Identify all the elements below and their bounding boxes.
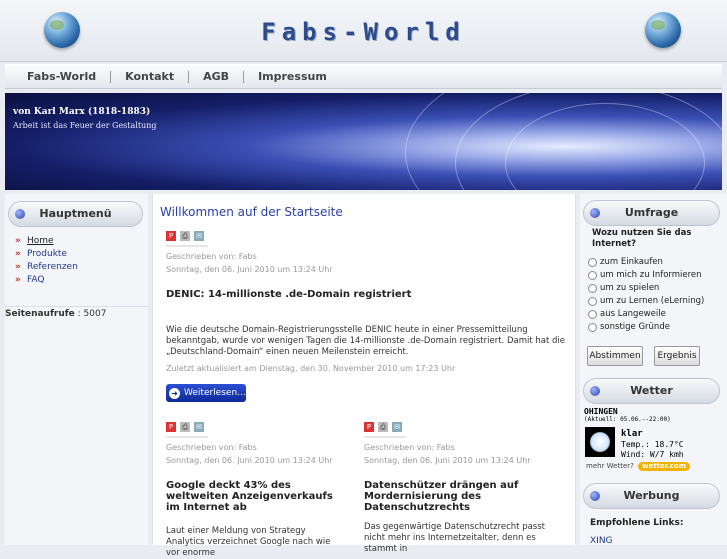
poll-option-label: um mich zu Informieren (600, 270, 702, 280)
results-button[interactable]: Ergebnis (654, 346, 700, 366)
bullet-icon (590, 208, 600, 218)
weather-header: Wetter (583, 378, 720, 404)
article-date: Sonntag, den 06. Juni 2010 um 13:24 Uhr (364, 456, 531, 465)
menu-item-faq[interactable]: FAQ (15, 274, 78, 287)
radio-button[interactable] (588, 257, 597, 267)
poll-option[interactable]: um zu spielen (588, 283, 659, 293)
visits-label: Seitenaufrufe (5, 309, 75, 319)
poll-header: Umfrage (583, 200, 720, 226)
article-author: Geschrieben von: Fabs (166, 443, 257, 452)
ads-header: Werbung (583, 483, 720, 509)
poll-option-label: um zu spielen (600, 283, 660, 293)
radio-button[interactable] (588, 322, 597, 332)
print-icon[interactable]: ⎙ (378, 422, 388, 432)
article-date: Sonntag, den 06. Juni 2010 um 13:24 Uhr (166, 265, 333, 274)
banner-quote-text: Arbeit ist das Feuer der Gestaltung (13, 121, 157, 130)
article-updated: Zuletzt aktualisiert am Dienstag, den 30… (166, 364, 456, 373)
divider (364, 436, 406, 438)
pdf-icon[interactable]: P (364, 422, 374, 432)
visits-count: : 5007 (77, 309, 107, 319)
vote-button[interactable]: Abstimmen (587, 346, 643, 366)
banner-quote-author: von Karl Marx (1818-1883) (13, 107, 151, 117)
article-author: Geschrieben von: Fabs (364, 443, 455, 452)
poll-option-label: sonstige Gründe (600, 322, 670, 332)
bullet-icon (15, 209, 25, 219)
nav-item-impressum[interactable]: Impressum (244, 70, 341, 83)
ads-title: Werbung (623, 489, 680, 502)
weather-city: OHINGEN (584, 407, 618, 416)
nav-item-fabs-world[interactable]: Fabs-World (13, 70, 112, 83)
page-title: Willkommen auf der Startseite (160, 205, 343, 219)
page-visits-counter: Seitenaufrufe : 5007 (5, 306, 148, 319)
top-navigation: Fabs-World Kontakt AGB Impressum (5, 64, 722, 89)
poll-option[interactable]: sonstige Gründe (588, 322, 670, 332)
poll-question: Wozu nutzen Sie das Internet? (592, 228, 692, 249)
site-header: Fabs-World (0, 0, 727, 62)
article-icons: P ⎙ ✉ (166, 422, 204, 432)
poll-option[interactable]: zum Einkaufen (588, 257, 663, 267)
article-title: Google deckt 43% des weltweiten Anzeigen… (166, 480, 333, 513)
radio-button[interactable] (588, 309, 597, 319)
weather-title: Wetter (630, 384, 673, 397)
poll-option[interactable]: um zu Lernen (eLerning) (588, 296, 704, 306)
menu-item-produkte[interactable]: Produkte (15, 248, 78, 261)
radio-button[interactable] (588, 296, 597, 306)
article-author: Geschrieben von: Fabs (166, 252, 257, 261)
recommended-links-label: Empfohlene Links: (590, 518, 684, 528)
poll-option[interactable]: aus Langeweile (588, 309, 666, 319)
main-menu-header: Hauptmenü (8, 201, 143, 227)
mail-icon[interactable]: ✉ (194, 422, 204, 432)
read-more-button[interactable]: ➜ Weiterlesen... (166, 384, 246, 402)
radio-button[interactable] (588, 270, 597, 280)
clear-night-icon (585, 427, 615, 457)
read-more-label: Weiterlesen... (184, 388, 246, 398)
print-icon[interactable]: ⎙ (180, 422, 190, 432)
globe-logo-right-icon (645, 12, 681, 48)
wetter-com-badge[interactable]: wetter.com (638, 462, 690, 471)
nav-item-agb[interactable]: AGB (189, 70, 245, 83)
divider (166, 245, 208, 247)
poll-option[interactable]: um mich zu Informieren (588, 270, 702, 280)
poll-title: Umfrage (624, 206, 679, 219)
mail-icon[interactable]: ✉ (194, 231, 204, 241)
weather-updated: (Aktuell: 05.06.--22:00) (584, 416, 671, 423)
main-menu-title: Hauptmenü (39, 207, 112, 220)
pdf-icon[interactable]: P (166, 422, 176, 432)
article-body: Laut einer Meldung von Strategy Analytic… (166, 526, 331, 558)
weather-temperature: Temp.: 18.7°C (621, 440, 684, 449)
article-date: Sonntag, den 06. Juni 2010 um 13:24 Uhr (166, 456, 333, 465)
article-body: Wie die deutsche Domain-Registrierungsst… (166, 325, 565, 357)
print-icon[interactable]: ⎙ (180, 231, 190, 241)
weather-condition: klar (621, 429, 643, 439)
bullet-icon (590, 386, 600, 396)
radio-button[interactable] (588, 283, 597, 293)
article-icons: P ⎙ ✉ (364, 422, 402, 432)
mail-icon[interactable]: ✉ (392, 422, 402, 432)
menu-item-home[interactable]: Home (15, 235, 78, 248)
main-menu-list: Home Produkte Referenzen FAQ (15, 235, 78, 287)
poll-option-label: um zu Lernen (eLerning) (600, 296, 705, 306)
more-weather-link[interactable]: mehr Wetter? (586, 462, 634, 470)
bullet-icon (590, 491, 600, 501)
poll-option-label: aus Langeweile (600, 309, 666, 319)
article-body: Das gegenwärtige Datenschutzrecht passt … (364, 522, 545, 554)
header-banner: von Karl Marx (1818-1883) Arbeit ist das… (5, 93, 722, 190)
article-icons: P ⎙ ✉ (166, 231, 204, 241)
left-sidebar: Hauptmenü Home Produkte Referenzen FAQ S… (5, 194, 148, 545)
weather-wind: Wind: W/7 kmh (621, 450, 684, 459)
main-content: Willkommen auf der Startseite P ⎙ ✉ Gesc… (152, 194, 576, 558)
pdf-icon[interactable]: P (166, 231, 176, 241)
divider (166, 436, 208, 438)
menu-item-referenzen[interactable]: Referenzen (15, 261, 78, 274)
article-title: Datenschützer drängen auf Mordernisierun… (364, 480, 519, 513)
right-sidebar: Umfrage Wozu nutzen Sie das Internet? zu… (580, 194, 727, 546)
site-title[interactable]: Fabs-World (0, 18, 727, 46)
article-title: DENIC: 14-millionste .de-Domain registri… (166, 289, 412, 300)
poll-option-label: zum Einkaufen (600, 257, 663, 267)
arrow-right-icon: ➜ (169, 387, 180, 399)
nav-item-kontakt[interactable]: Kontakt (111, 70, 190, 83)
